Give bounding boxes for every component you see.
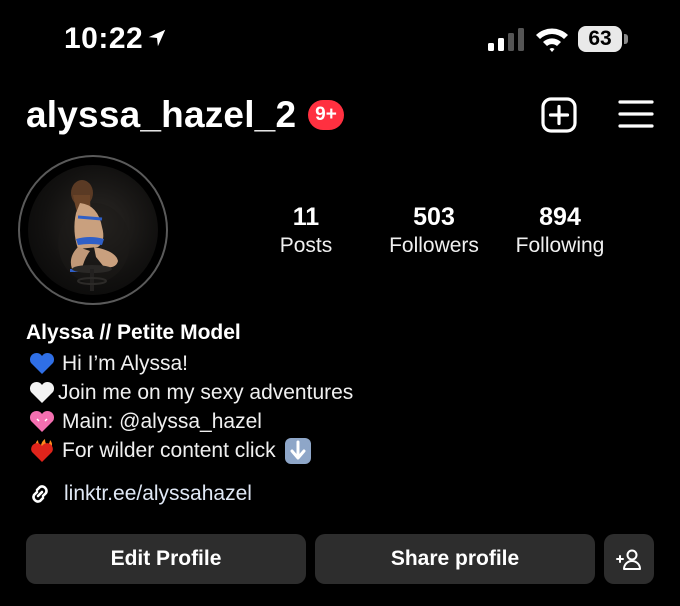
share-profile-button[interactable]: Share profile: [315, 534, 595, 584]
bio-line-1-text: Hi I’m Alyssa!: [62, 352, 189, 375]
stat-followers-value: 503: [413, 203, 455, 231]
new-post-plus-icon[interactable]: [540, 96, 578, 134]
hamburger-menu-icon[interactable]: [618, 98, 654, 130]
stat-followers[interactable]: 503 Followers: [364, 202, 504, 260]
bio-line-1: Hi I’m Alyssa!: [28, 350, 188, 378]
bio-line-2: Join me on my sexy adventures: [28, 379, 353, 407]
bio-line-3: Main: @alyssa_hazel: [28, 408, 262, 436]
bio-line-4-text: For wilder content click: [62, 439, 276, 462]
bio-link[interactable]: linktr.ee/alyssahazel: [26, 480, 252, 508]
stat-followers-label: Followers: [389, 234, 479, 257]
white-heart-emoji: [29, 381, 55, 403]
cellular-signal-icon: [488, 28, 524, 51]
down-arrow-emoji: [284, 438, 311, 464]
profile-photo: [58, 180, 130, 291]
wifi-icon: [536, 28, 568, 52]
stat-posts-value: 11: [292, 203, 320, 231]
stat-following-label: Following: [515, 234, 605, 257]
location-arrow-icon: [148, 29, 166, 47]
battery-icon: 63: [578, 26, 622, 52]
discover-people-button[interactable]: [604, 534, 654, 584]
avatar[interactable]: [28, 165, 158, 295]
bio-line-3-text: Main: @alyssa_hazel: [62, 410, 262, 433]
bio-link-text[interactable]: linktr.ee/alyssahazel: [64, 482, 252, 506]
blue-heart-emoji: [29, 352, 55, 374]
link-chain-icon: [32, 485, 48, 503]
bio-line-2-text: Join me on my sexy adventures: [58, 381, 354, 404]
status-time: 10:22: [64, 22, 144, 55]
battery-tip: [624, 34, 628, 44]
edit-profile-button[interactable]: Edit Profile: [26, 534, 306, 584]
pink-heart-emoji: [29, 410, 55, 432]
bio-display-name: Alyssa // Petite Model: [26, 321, 241, 344]
heart-on-fire-emoji: [31, 439, 53, 462]
add-person-icon: [616, 549, 641, 570]
stat-following[interactable]: 894 Following: [490, 202, 630, 260]
stat-posts[interactable]: 11 Posts: [236, 202, 376, 260]
notification-badge[interactable]: 9+: [308, 100, 344, 130]
stat-posts-label: Posts: [279, 234, 333, 257]
profile-username[interactable]: alyssa_hazel_2: [26, 94, 296, 136]
stat-following-value: 894: [539, 203, 581, 231]
battery-level: 63: [588, 27, 612, 50]
bio-line-4: For wilder content click: [28, 437, 312, 465]
